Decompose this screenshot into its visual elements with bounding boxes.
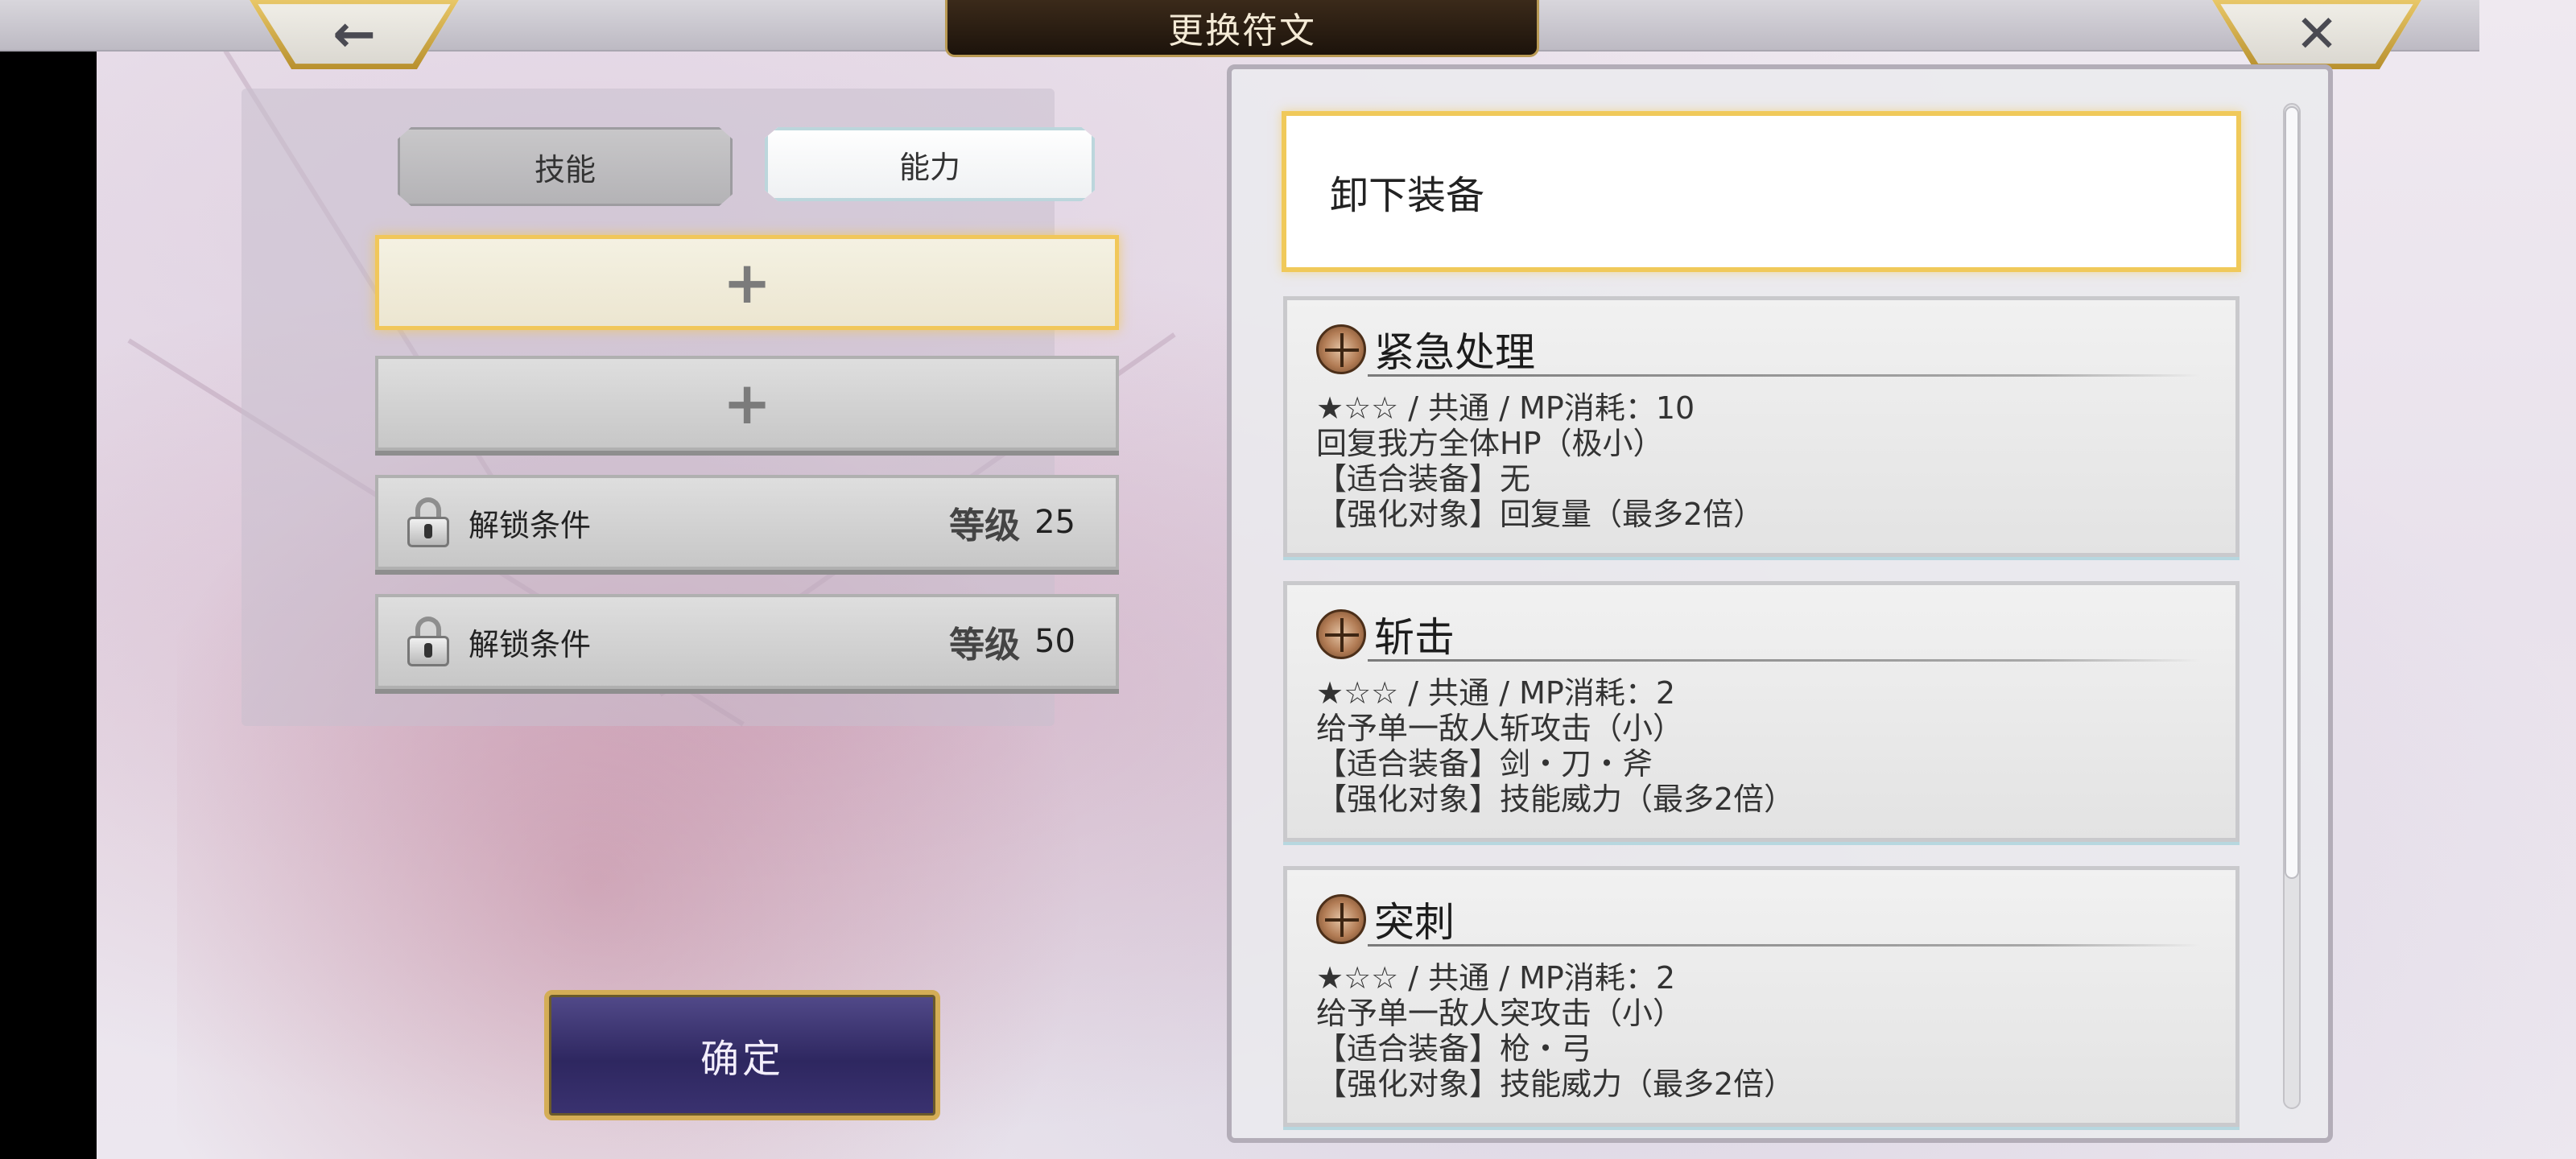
close-icon: ✕ bbox=[2295, 5, 2339, 64]
unlock-condition-label: 解锁条件 bbox=[469, 507, 592, 543]
rune-card-thrust[interactable]: 突刺 ★☆☆ / 共通 / MP消耗：2 给予单一敌人突攻击（小） 【适合装备】… bbox=[1283, 866, 2240, 1127]
rune-effect: 给予单一敌人突攻击（小） bbox=[1316, 996, 1684, 1031]
rune-effect: 给予单一敌人斩攻击（小） bbox=[1316, 711, 1684, 746]
plus-icon: + bbox=[722, 249, 772, 316]
divider bbox=[1368, 944, 2200, 947]
rune-slot-1[interactable]: + bbox=[375, 235, 1119, 330]
page-title-plate: 更换符文 bbox=[945, 0, 1539, 57]
rune-equipment: 【适合装备】剑・刀・斧 bbox=[1316, 746, 1653, 782]
rune-card-header: 突刺 bbox=[1316, 891, 1455, 947]
required-level: 50 bbox=[1034, 623, 1075, 660]
rune-icon bbox=[1316, 609, 1366, 659]
rune-details: ★☆☆ / 共通 / MP消耗：2 给予单一敌人突攻击（小） 【适合装备】枪・弓… bbox=[1316, 960, 1794, 1102]
rune-enhance: 【强化对象】技能威力（最多2倍） bbox=[1316, 1066, 1795, 1102]
rune-card-header: 斩击 bbox=[1316, 606, 1455, 662]
rune-enhance: 【强化对象】技能威力（最多2倍） bbox=[1316, 782, 1795, 817]
confirm-button-label: 确定 bbox=[700, 1037, 784, 1082]
locked-slot-3[interactable]: 解锁条件 等级 25 bbox=[375, 475, 1119, 570]
rune-stats: ★☆☆ / 共通 / MP消耗：10 bbox=[1316, 390, 1695, 426]
rune-card-emergency[interactable]: 紧急处理 ★☆☆ / 共通 / MP消耗：10 回复我方全体HP（极小） 【适合… bbox=[1283, 296, 2240, 557]
plus-icon: + bbox=[722, 369, 772, 437]
lock-icon bbox=[407, 617, 449, 666]
page-title: 更换符文 bbox=[1168, 10, 1316, 52]
tab-skill-label: 技能 bbox=[534, 151, 596, 188]
rune-details: ★☆☆ / 共通 / MP消耗：2 给予单一敌人斩攻击（小） 【适合装备】剑・刀… bbox=[1316, 675, 1794, 817]
unlock-condition-label: 解锁条件 bbox=[469, 626, 592, 662]
rune-effect: 回复我方全体HP（极小） bbox=[1316, 426, 1664, 461]
level-label: 等级 bbox=[949, 505, 1021, 547]
back-arrow-icon: ← bbox=[332, 5, 376, 64]
rune-icon bbox=[1316, 894, 1366, 944]
rune-stats: ★☆☆ / 共通 / MP消耗：2 bbox=[1316, 960, 1675, 996]
rune-equipment: 【适合装备】无 bbox=[1316, 461, 1531, 497]
lock-icon bbox=[407, 497, 449, 547]
divider bbox=[1368, 659, 2200, 662]
rune-enhance: 【强化对象】回复量（最多2倍） bbox=[1316, 497, 1765, 532]
rune-card-slash[interactable]: 斩击 ★☆☆ / 共通 / MP消耗：2 给予单一敌人斩攻击（小） 【适合装备】… bbox=[1283, 581, 2240, 842]
rune-name: 紧急处理 bbox=[1374, 329, 1535, 376]
level-label: 等级 bbox=[949, 625, 1021, 666]
unequip-label: 卸下装备 bbox=[1330, 173, 1485, 218]
tab-ability[interactable]: 能力 bbox=[765, 127, 1095, 201]
locked-slot-4[interactable]: 解锁条件 等级 50 bbox=[375, 594, 1119, 689]
rune-card-header: 紧急处理 bbox=[1316, 321, 1535, 377]
tab-skill[interactable]: 技能 bbox=[398, 127, 733, 206]
rune-name: 斩击 bbox=[1374, 614, 1455, 661]
rune-slot-2[interactable]: + bbox=[375, 356, 1119, 451]
rune-name: 突刺 bbox=[1374, 899, 1455, 946]
unequip-button[interactable]: 卸下装备 bbox=[1282, 111, 2241, 272]
rune-details: ★☆☆ / 共通 / MP消耗：10 回复我方全体HP（极小） 【适合装备】无 … bbox=[1316, 390, 1764, 532]
divider bbox=[1368, 374, 2200, 377]
confirm-button[interactable]: 确定 bbox=[544, 990, 940, 1120]
rune-icon bbox=[1316, 324, 1366, 374]
rune-equipment: 【适合装备】枪・弓 bbox=[1316, 1031, 1592, 1066]
rune-stats: ★☆☆ / 共通 / MP消耗：2 bbox=[1316, 675, 1675, 711]
required-level: 25 bbox=[1034, 504, 1075, 541]
scrollbar-thumb[interactable] bbox=[2285, 106, 2299, 879]
tab-ability-label: 能力 bbox=[898, 149, 960, 185]
